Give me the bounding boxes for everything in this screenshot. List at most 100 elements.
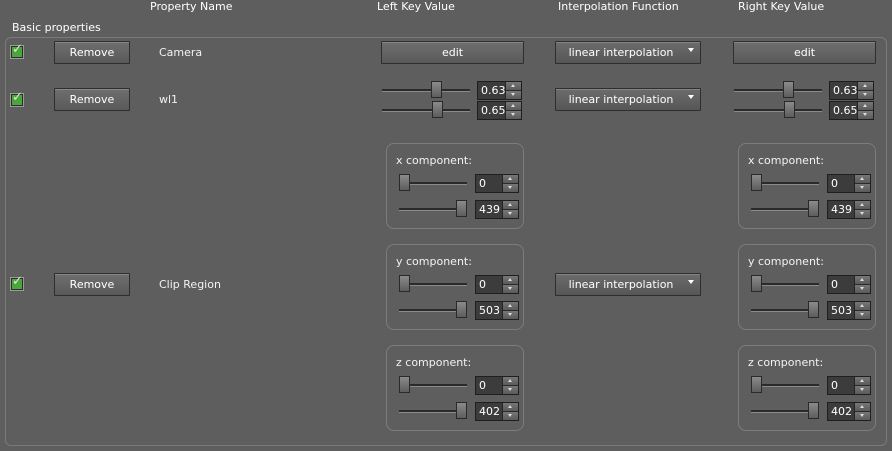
spin-up-icon[interactable] — [503, 377, 518, 386]
spin-up-icon[interactable] — [503, 175, 518, 184]
wl1-left-slider2-track[interactable] — [382, 109, 470, 112]
spin-down-icon[interactable] — [855, 311, 870, 319]
min-spinbox[interactable]: 0 — [475, 174, 519, 193]
right-z-component-panel: z component: 0 402 — [738, 345, 876, 431]
min-spinbox[interactable]: 0 — [827, 275, 871, 294]
camera-interpolation-dropdown[interactable]: linear interpolation — [555, 41, 701, 64]
max-slider-handle[interactable] — [808, 301, 819, 318]
check-tick-icon: ✓ — [12, 274, 23, 289]
group-label: Basic properties — [12, 21, 101, 34]
spin-up-icon[interactable] — [855, 276, 870, 285]
spin-down-icon[interactable] — [855, 386, 870, 394]
spin-up-icon[interactable] — [855, 201, 870, 210]
spin-up-icon[interactable] — [855, 302, 870, 311]
spin-up-icon[interactable] — [503, 302, 518, 311]
left-z-component-panel: z component: 0 402 — [386, 345, 524, 431]
chevron-down-icon — [688, 95, 694, 99]
right-x-component-panel: x component: 0 439 — [738, 143, 876, 229]
wl1-right-slider2-handle[interactable] — [784, 101, 795, 118]
spinbox-value: 0.65 — [833, 104, 858, 117]
spin-up-icon[interactable] — [855, 403, 870, 412]
max-spinbox[interactable]: 402 — [827, 402, 871, 421]
spinbox-value: 0.65 — [481, 104, 506, 117]
max-spinbox[interactable]: 439 — [827, 200, 871, 219]
wl1-right-slider1-track[interactable] — [734, 89, 822, 92]
wl1-right-slider1-handle[interactable] — [783, 81, 794, 98]
spin-up-icon[interactable] — [858, 102, 873, 111]
interpolation-label: linear interpolation — [568, 93, 674, 106]
spin-up-icon[interactable] — [855, 377, 870, 386]
spin-up-icon[interactable] — [858, 82, 873, 91]
min-spinbox[interactable]: 0 — [475, 376, 519, 395]
min-slider-handle[interactable] — [399, 376, 410, 393]
panel-title: y component: — [748, 255, 824, 268]
wl1-left-slider1-handle[interactable] — [431, 81, 442, 98]
max-spinbox[interactable]: 439 — [475, 200, 519, 219]
spin-up-icon[interactable] — [503, 403, 518, 412]
clip-region-property-label: Clip Region — [159, 278, 221, 291]
wl1-right-spinbox2[interactable]: 0.65 — [829, 101, 874, 120]
camera-right-edit-button[interactable]: edit — [733, 41, 876, 64]
spin-down-icon[interactable] — [855, 412, 870, 420]
min-slider-handle[interactable] — [399, 174, 410, 191]
wl1-left-slider2-handle[interactable] — [432, 101, 443, 118]
spin-down-icon[interactable] — [855, 210, 870, 218]
spinbox-value: 0 — [831, 177, 838, 190]
spin-down-icon[interactable] — [503, 184, 518, 192]
clip-region-remove-button[interactable]: Remove — [54, 273, 130, 296]
spin-down-icon[interactable] — [858, 111, 873, 119]
camera-checkbox[interactable]: ✓ — [10, 42, 24, 59]
min-slider-handle[interactable] — [751, 376, 762, 393]
wl1-left-slider1-track[interactable] — [382, 89, 470, 92]
panel-title: z component: — [396, 356, 472, 369]
min-spinbox[interactable]: 0 — [475, 275, 519, 294]
wl1-left-spinbox1[interactable]: 0.63 — [477, 81, 522, 100]
spin-up-icon[interactable] — [855, 175, 870, 184]
spin-down-icon[interactable] — [855, 184, 870, 192]
spin-down-icon[interactable] — [503, 386, 518, 394]
spin-down-icon[interactable] — [506, 91, 521, 99]
wl1-left-spinbox2[interactable]: 0.65 — [477, 101, 522, 120]
spinbox-value: 0 — [831, 278, 838, 291]
panel-title: x component: — [748, 154, 824, 167]
min-slider-handle[interactable] — [751, 174, 762, 191]
spin-up-icon[interactable] — [503, 276, 518, 285]
camera-left-edit-button[interactable]: edit — [381, 41, 524, 64]
panel-title: y component: — [396, 255, 472, 268]
spin-down-icon[interactable] — [503, 412, 518, 420]
spin-up-icon[interactable] — [506, 82, 521, 91]
wl1-checkbox[interactable]: ✓ — [10, 91, 24, 107]
spin-down-icon[interactable] — [503, 285, 518, 293]
min-spinbox[interactable]: 0 — [827, 174, 871, 193]
max-spinbox[interactable]: 503 — [475, 301, 519, 320]
max-slider-handle[interactable] — [808, 402, 819, 419]
clip-region-interpolation-dropdown[interactable]: linear interpolation — [555, 273, 701, 296]
left-y-component-panel: y component: 0 503 — [386, 244, 524, 330]
spin-up-icon[interactable] — [503, 201, 518, 210]
spin-up-icon[interactable] — [506, 102, 521, 111]
clip-region-checkbox[interactable]: ✓ — [10, 274, 24, 291]
spin-down-icon[interactable] — [503, 311, 518, 319]
spin-down-icon[interactable] — [506, 111, 521, 119]
max-slider-handle[interactable] — [456, 200, 467, 217]
max-slider-handle[interactable] — [456, 402, 467, 419]
wl1-interpolation-dropdown[interactable]: linear interpolation — [555, 88, 701, 111]
wl1-right-spinbox1[interactable]: 0.63 — [829, 81, 874, 100]
spinbox-value: 402 — [479, 405, 500, 418]
min-slider-handle[interactable] — [751, 275, 762, 292]
right-y-component-panel: y component: 0 503 — [738, 244, 876, 330]
wl1-remove-button[interactable]: Remove — [54, 88, 130, 111]
min-slider-handle[interactable] — [399, 275, 410, 292]
min-spinbox[interactable]: 0 — [827, 376, 871, 395]
max-slider-handle[interactable] — [808, 200, 819, 217]
spin-down-icon[interactable] — [858, 91, 873, 99]
wl1-right-slider2-track[interactable] — [734, 109, 822, 112]
max-slider-handle[interactable] — [456, 301, 467, 318]
spin-down-icon[interactable] — [503, 210, 518, 218]
check-tick-icon: ✓ — [12, 42, 23, 57]
max-spinbox[interactable]: 402 — [475, 402, 519, 421]
spin-down-icon[interactable] — [855, 285, 870, 293]
wl1-property-label: wl1 — [159, 93, 179, 106]
max-spinbox[interactable]: 503 — [827, 301, 871, 320]
camera-remove-button[interactable]: Remove — [54, 41, 130, 64]
